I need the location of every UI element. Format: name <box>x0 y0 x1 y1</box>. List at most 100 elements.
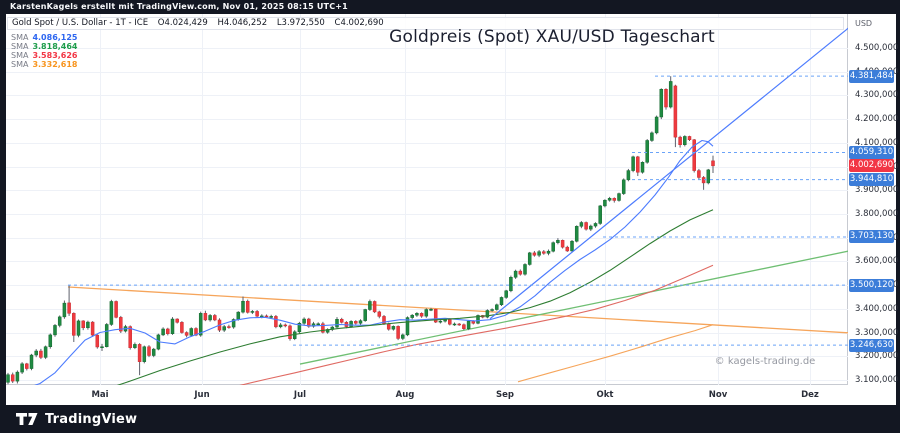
candle-body <box>10 374 15 382</box>
legend-sma100-row[interactable]: SMA 3.583,626 <box>11 51 78 60</box>
legend-sma200-row[interactable]: SMA 3.332,618 <box>11 60 78 69</box>
price-label-badge: 4.002,690 <box>849 159 894 173</box>
candle-body <box>523 264 527 275</box>
chart-panel: Gold Spot / U.S. Dollar - 1T - ICE O4.02… <box>6 14 899 405</box>
candle-body <box>72 313 76 336</box>
candle-body <box>316 323 320 325</box>
candle-body <box>429 309 433 311</box>
candle-body <box>288 325 292 339</box>
candle-body <box>278 324 283 328</box>
moving-averages[interactable] <box>25 139 714 386</box>
candle-body <box>532 252 537 256</box>
candle-body <box>222 326 226 331</box>
price-tick: 4.500,000 <box>855 43 899 53</box>
candle-body <box>25 363 29 369</box>
candlesticks <box>6 76 715 385</box>
candle-body <box>509 277 513 292</box>
candle-body <box>241 300 245 313</box>
candle-body <box>95 334 100 348</box>
candle-body <box>57 316 62 326</box>
candle-body <box>151 348 156 356</box>
candle-body <box>589 225 593 230</box>
price-level-lines[interactable] <box>68 75 848 346</box>
candle-body <box>6 374 10 383</box>
trendlines[interactable] <box>67 250 848 365</box>
time-tick-jul: Jul <box>293 390 307 400</box>
candle-body <box>15 371 20 382</box>
candle-body <box>697 170 701 178</box>
footer-bar: TradingView <box>0 405 900 433</box>
time-axis[interactable]: Mai Jun Jul Aug Sep Okt Nov Dez <box>6 385 848 405</box>
sma-20-line <box>34 139 714 385</box>
candle-body <box>358 320 363 324</box>
legend-sma50-row[interactable]: SMA 3.818,464 <box>11 42 78 51</box>
legend-sma20-row[interactable]: SMA 4.086,125 <box>11 33 78 42</box>
candle-body <box>137 344 142 362</box>
candle-body <box>335 318 339 328</box>
candle-body <box>438 320 443 323</box>
price-axis-currency: USD <box>855 19 873 28</box>
candle-body <box>133 344 137 348</box>
candle-body <box>175 318 179 323</box>
tradingview-snapshot: KarstenKagels erstellt mit TradingView.c… <box>0 0 900 433</box>
candle-body <box>598 205 602 224</box>
sma-label: SMA <box>11 51 29 60</box>
candle-body <box>607 198 612 201</box>
candle-body <box>198 313 203 336</box>
candle-body <box>53 325 57 336</box>
candle-body <box>636 156 640 173</box>
candle-body <box>114 301 118 318</box>
candle-body <box>363 309 367 321</box>
candle-body <box>527 252 532 265</box>
candle-body <box>339 318 344 323</box>
candle-body <box>593 223 598 227</box>
candle-body <box>654 116 659 134</box>
candle-body <box>20 363 24 373</box>
candle-body <box>104 324 109 347</box>
price-label-badge: 4.059,310 <box>849 145 894 159</box>
candle-body <box>396 326 400 339</box>
candle-body <box>245 300 250 313</box>
price-tick: 3.800,000 <box>855 208 899 219</box>
uptrend-line[interactable] <box>489 24 848 320</box>
candle-body <box>34 350 38 356</box>
price-tick: 3.900,000 <box>855 185 899 196</box>
candle-body <box>584 222 588 230</box>
price-tick: 3.300,000 <box>855 327 899 338</box>
watermark: © kagels-trading.de <box>714 356 816 367</box>
candle-body <box>640 162 645 173</box>
candle-body <box>208 315 212 321</box>
candle-body <box>415 313 419 316</box>
candle-body <box>283 324 288 327</box>
legend-low: L3.972,550 <box>276 18 325 28</box>
candle-body <box>391 326 396 330</box>
axis-corner <box>848 385 896 405</box>
sma-label: SMA <box>11 33 29 42</box>
candle-body <box>81 320 85 329</box>
candle-body <box>452 323 457 326</box>
candle-body <box>354 321 358 324</box>
time-tick-nov: Nov <box>708 390 728 400</box>
candle-body <box>401 334 405 339</box>
candle-body <box>189 328 194 336</box>
candle-body <box>711 160 715 167</box>
candle-body <box>556 240 560 243</box>
candlestick-chart-canvas[interactable] <box>6 14 848 385</box>
tradingview-logo-link[interactable]: TradingView <box>16 411 137 427</box>
price-label-badge: 3.944,810 <box>849 173 894 187</box>
chart-title: Goldpreis (Spot) XAU/USD Tageschart <box>389 27 715 47</box>
price-chart[interactable] <box>6 14 848 385</box>
candle-body <box>570 240 574 252</box>
candle-body <box>621 179 626 194</box>
candle-body <box>495 304 499 310</box>
candle-body <box>683 136 687 145</box>
candle-body <box>645 140 649 163</box>
price-axis[interactable]: USD 4.500,0004.400,0004.300,0004.200,000… <box>848 14 899 385</box>
price-label-badge: 3.500,120 <box>849 278 894 292</box>
time-tick-aug: Aug <box>395 390 415 400</box>
candle-body <box>166 328 170 334</box>
price-label-badge: 3.246,630 <box>849 338 894 352</box>
candle-body <box>626 170 631 181</box>
candle-body <box>560 240 565 248</box>
time-tick-jun: Jun <box>194 390 210 400</box>
